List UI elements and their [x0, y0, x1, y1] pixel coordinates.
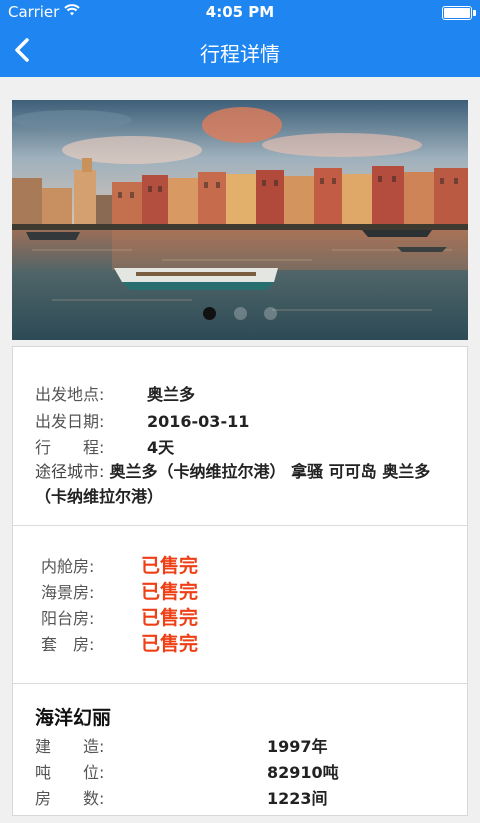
spec-label: 吨 位: — [35, 763, 105, 782]
cabin-label: 内舱房: — [41, 557, 95, 576]
sold-out-status: 已售完 — [141, 555, 199, 577]
route-label: 途径城市: — [35, 462, 105, 481]
spec-label: 房 数: — [35, 789, 105, 808]
banner-image — [12, 100, 468, 340]
spec-value: 82910吨 — [267, 763, 339, 782]
spec-value: 1997年 — [267, 737, 328, 756]
date-row: 出发日期: 2016-03-11 — [35, 408, 249, 432]
sold-out-status: 已售完 — [141, 581, 199, 603]
trip-detail-card: 出发地点: 奥兰多 出发日期: 2016-03-11 行 程: 4天 途径城市: 奥兰… — [12, 346, 468, 816]
cabin-row: 内舱房: 已售完 — [41, 551, 198, 578]
clock: 4:05 PM — [205, 3, 275, 21]
battery-icon — [442, 6, 476, 20]
navigation-bar: 行程详情 — [0, 24, 480, 77]
spec-value: 1223间 — [267, 789, 328, 808]
page-title: 行程详情 — [200, 42, 280, 66]
sold-out-status: 已售完 — [141, 633, 199, 655]
carousel-dot-1[interactable] — [203, 307, 217, 320]
date-label: 出发日期: — [35, 412, 105, 431]
sold-out-status: 已售完 — [141, 607, 199, 629]
banner-carousel[interactable] — [12, 100, 468, 340]
carousel-indicator — [12, 305, 468, 324]
date-value: 2016-03-11 — [147, 412, 250, 431]
departure-label: 出发地点: — [35, 385, 105, 404]
ship-info-section: 海洋幻丽 建 造: 1997年 吨 位: 82910吨 房 数: 1223间 — [13, 683, 467, 823]
cabin-label: 阳台房: — [41, 609, 95, 628]
duration-row: 行 程: 4天 — [35, 434, 174, 458]
cabin-label: 套 房: — [41, 635, 95, 654]
cabin-row: 海景房: 已售完 — [41, 577, 198, 604]
departure-row: 出发地点: 奥兰多 — [35, 381, 195, 405]
ship-spec-row: 建 造: 1997年 — [35, 733, 328, 757]
carousel-dot-2[interactable] — [233, 307, 247, 320]
carousel-dot-3[interactable] — [263, 307, 277, 320]
duration-label: 行 程: — [35, 438, 105, 457]
ship-name: 海洋幻丽 — [35, 707, 112, 729]
ship-spec-row: 房 数: 1223间 — [35, 785, 328, 809]
duration-value: 4天 — [147, 438, 175, 457]
cabin-row: 阳台房: 已售完 — [41, 603, 198, 630]
spec-label: 建 造: — [35, 737, 105, 756]
route-row: 途径城市: 奥兰多（卡纳维拉尔港） 拿骚 可可岛 奥兰多（卡纳维拉尔港） — [35, 459, 447, 509]
status-bar: Carrier 4:05 PM — [0, 0, 480, 24]
departure-value: 奥兰多 — [147, 385, 196, 404]
trip-info-section: 出发地点: 奥兰多 出发日期: 2016-03-11 行 程: 4天 途径城市: 奥兰… — [13, 347, 467, 526]
cabin-label: 海景房: — [41, 583, 95, 602]
cabin-row: 套 房: 已售完 — [41, 629, 198, 656]
ship-spec-row: 吨 位: 82910吨 — [35, 759, 339, 783]
cabin-availability-section: 内舱房: 已售完 海景房: 已售完 阳台房: 已售完 套 房: 已售完 — [13, 525, 467, 684]
